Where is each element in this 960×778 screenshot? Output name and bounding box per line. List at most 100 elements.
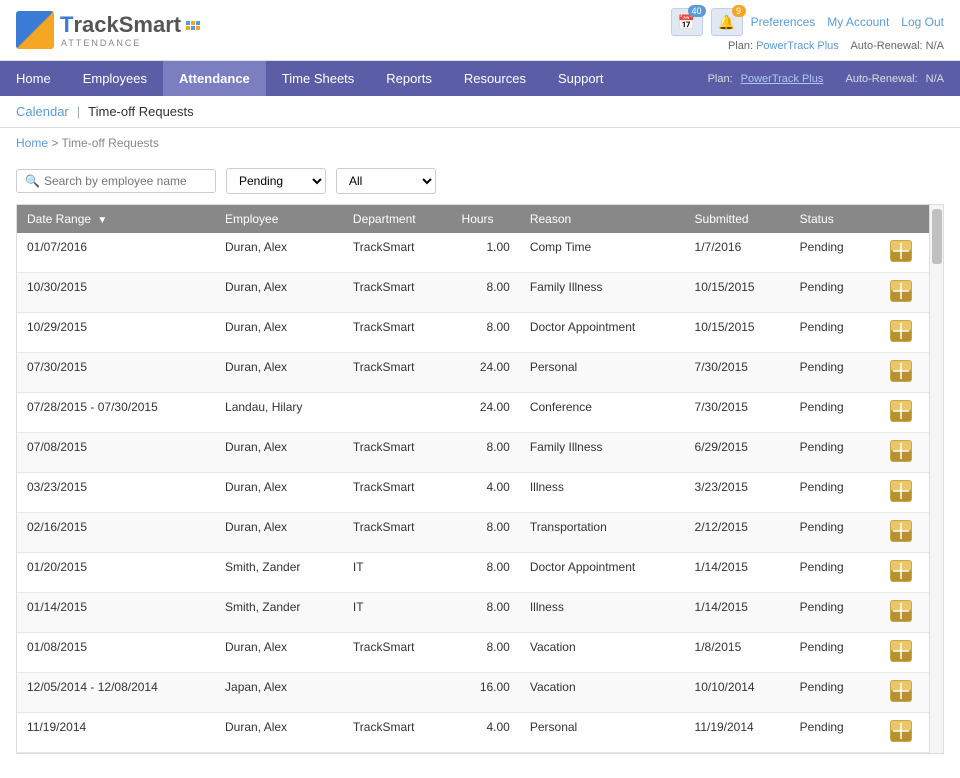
action-icon	[890, 360, 912, 382]
calendar-notifications[interactable]: 📅 40	[671, 8, 703, 36]
cell-department	[343, 673, 452, 713]
cell-employee: Smith, Zander	[215, 553, 343, 593]
action-button[interactable]	[890, 320, 912, 342]
cell-status: Pending	[790, 473, 874, 513]
cell-action[interactable]	[874, 553, 929, 593]
cell-action[interactable]	[874, 713, 929, 753]
alert-notifications[interactable]: 🔔 9	[711, 8, 743, 36]
col-department: Department	[343, 205, 452, 233]
table-row: 07/30/2015 Duran, Alex TrackSmart 24.00 …	[17, 353, 929, 393]
cell-action[interactable]	[874, 633, 929, 673]
cell-date: 12/05/2014 - 12/08/2014	[17, 673, 215, 713]
cell-reason: Doctor Appointment	[520, 553, 685, 593]
plan-info: Plan: PowerTrack Plus Auto-Renewal: N/A	[728, 40, 944, 52]
cell-employee: Landau, Hilary	[215, 393, 343, 433]
cell-submitted: 11/19/2014	[685, 713, 790, 753]
nav-reports[interactable]: Reports	[370, 61, 448, 96]
search-input[interactable]	[44, 174, 207, 188]
cell-submitted: 3/23/2015	[685, 473, 790, 513]
action-button[interactable]	[890, 360, 912, 382]
nav-home[interactable]: Home	[0, 61, 67, 96]
cell-action[interactable]	[874, 593, 929, 633]
breadcrumb-home[interactable]: Home	[16, 136, 48, 150]
logo-text-wrapper: T rackSmart ATTENDANCE	[60, 12, 200, 48]
cell-department	[343, 393, 452, 433]
cell-department: TrackSmart	[343, 313, 452, 353]
cell-department: TrackSmart	[343, 513, 452, 553]
col-employee: Employee	[215, 205, 343, 233]
action-icon	[890, 440, 912, 462]
subnav-calendar[interactable]: Calendar	[16, 104, 69, 119]
cell-action[interactable]	[874, 513, 929, 553]
col-status: Status	[790, 205, 874, 233]
action-button[interactable]	[890, 240, 912, 262]
cell-action[interactable]	[874, 273, 929, 313]
my-account-link[interactable]: My Account	[827, 15, 889, 29]
cell-action[interactable]	[874, 433, 929, 473]
table-row: 03/23/2015 Duran, Alex TrackSmart 4.00 I…	[17, 473, 929, 513]
cell-action[interactable]	[874, 233, 929, 273]
action-button[interactable]	[890, 680, 912, 702]
nav-attendance[interactable]: Attendance	[163, 61, 266, 96]
subnav-timeoff[interactable]: Time-off Requests	[88, 104, 194, 119]
breadcrumb-current: Time-off Requests	[61, 136, 158, 150]
cell-employee: Duran, Alex	[215, 633, 343, 673]
grid-cell	[191, 26, 195, 30]
cell-action[interactable]	[874, 353, 929, 393]
cell-reason: Comp Time	[520, 233, 685, 273]
nav-support[interactable]: Support	[542, 61, 620, 96]
action-button[interactable]	[890, 280, 912, 302]
cell-employee: Duran, Alex	[215, 273, 343, 313]
nav-employees[interactable]: Employees	[67, 61, 163, 96]
plan-link-nav[interactable]: PowerTrack Plus	[741, 73, 824, 85]
dept-filter[interactable]: All TrackSmart IT	[336, 168, 436, 194]
action-button[interactable]	[890, 600, 912, 622]
status-filter[interactable]: Pending Approved Denied All	[226, 168, 326, 194]
col-date-range[interactable]: Date Range ▼	[17, 205, 215, 233]
action-button[interactable]	[890, 520, 912, 542]
action-button[interactable]	[890, 400, 912, 422]
sub-nav: Calendar | Time-off Requests	[0, 96, 960, 128]
cell-employee: Duran, Alex	[215, 353, 343, 393]
icon-row: 📅 40 🔔 9 Preferences My Account Log Out	[671, 8, 944, 36]
alert-badge: 9	[732, 5, 746, 17]
cell-status: Pending	[790, 633, 874, 673]
action-button[interactable]	[890, 560, 912, 582]
nav-resources[interactable]: Resources	[448, 61, 542, 96]
preferences-link[interactable]: Preferences	[751, 15, 816, 29]
cell-status: Pending	[790, 673, 874, 713]
plan-name[interactable]: PowerTrack Plus	[756, 40, 839, 52]
cell-action[interactable]	[874, 473, 929, 513]
cell-employee: Duran, Alex	[215, 433, 343, 473]
cell-action[interactable]	[874, 313, 929, 353]
cell-submitted: 10/15/2015	[685, 273, 790, 313]
nav-timesheets[interactable]: Time Sheets	[266, 61, 371, 96]
cell-action[interactable]	[874, 393, 929, 433]
logo-subtitle: ATTENDANCE	[61, 38, 200, 48]
action-button[interactable]	[890, 480, 912, 502]
action-icon	[890, 240, 912, 262]
col-reason: Reason	[520, 205, 685, 233]
search-box[interactable]: 🔍	[16, 169, 216, 193]
plan-label-nav: Plan:	[708, 73, 733, 85]
requests-table: Date Range ▼ Employee Department Hours R…	[17, 205, 929, 753]
action-button[interactable]	[890, 720, 912, 742]
table-row: 10/29/2015 Duran, Alex TrackSmart 8.00 D…	[17, 313, 929, 353]
logo-name-row: T rackSmart	[60, 12, 200, 38]
logout-link[interactable]: Log Out	[901, 15, 944, 29]
cell-reason: Illness	[520, 473, 685, 513]
cell-department: IT	[343, 553, 452, 593]
cell-department: TrackSmart	[343, 713, 452, 753]
logo-grid	[186, 21, 200, 30]
cell-date: 03/23/2015	[17, 473, 215, 513]
scrollbar[interactable]	[929, 205, 943, 753]
cell-action[interactable]	[874, 673, 929, 713]
cell-date: 11/19/2014	[17, 713, 215, 753]
cell-hours: 8.00	[452, 593, 520, 633]
action-button[interactable]	[890, 640, 912, 662]
cell-hours: 8.00	[452, 313, 520, 353]
cell-date: 01/07/2016	[17, 233, 215, 273]
cell-reason: Personal	[520, 353, 685, 393]
action-button[interactable]	[890, 440, 912, 462]
table-row: 01/07/2016 Duran, Alex TrackSmart 1.00 C…	[17, 233, 929, 273]
